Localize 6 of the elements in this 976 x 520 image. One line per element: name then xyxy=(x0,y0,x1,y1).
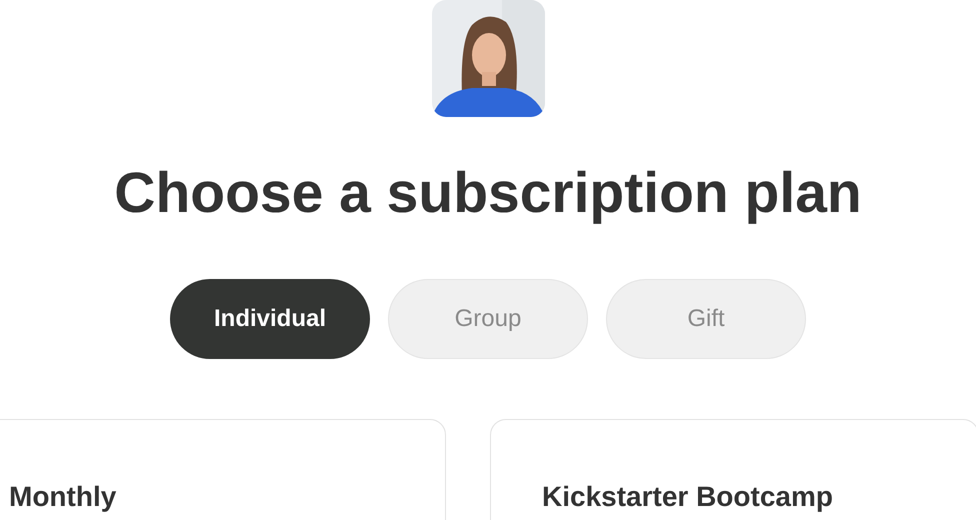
plan-name: Monthly xyxy=(9,480,118,514)
page-title: Choose a subscription plan xyxy=(114,160,862,227)
plan-tab[interactable]: Individual xyxy=(170,279,370,359)
plan-name: Kickstarter Bootcamp xyxy=(542,480,834,514)
plan-tab[interactable]: Group xyxy=(388,279,588,359)
plan-tab[interactable]: Gift xyxy=(606,279,806,359)
